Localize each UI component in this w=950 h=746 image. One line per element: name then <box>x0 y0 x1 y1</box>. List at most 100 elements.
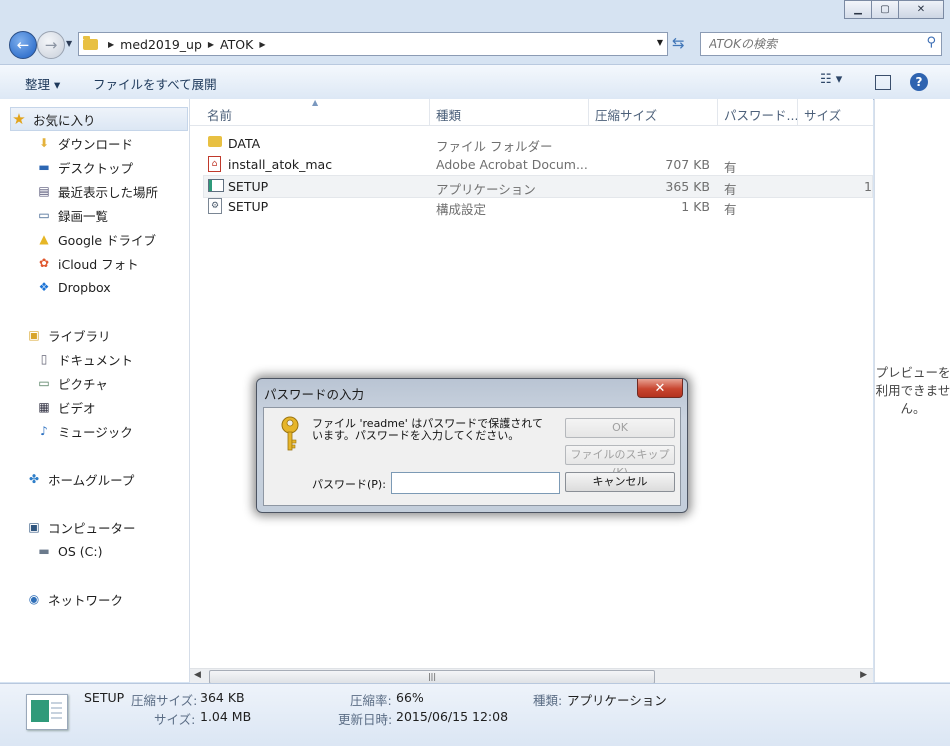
sidebar-item-favorites[interactable]: ★ お気に入り <box>10 107 188 131</box>
table-row[interactable]: ⚙ SETUP 構成設定 1 KB 有 <box>204 196 872 217</box>
pictures-icon: ▭ <box>38 376 50 390</box>
sidebar-item-desktop[interactable]: ▬ デスクトップ <box>36 156 133 178</box>
organize-menu[interactable]: 整理 ▾ <box>25 74 60 93</box>
back-arrow-icon: ← <box>16 36 30 54</box>
config-file-icon: ⚙ <box>208 198 222 214</box>
sidebar-item-label: ドキュメント <box>58 352 134 368</box>
scroll-right-icon[interactable]: ▶ <box>860 670 867 680</box>
command-bar: 整理 ▾ ファイルをすべて展開 ☷ ▾ ? <box>0 64 950 100</box>
sidebar-item-drive-c[interactable]: ▬ OS (C:) <box>36 540 102 562</box>
horizontal-scrollbar[interactable]: ◀ ||| ▶ <box>190 668 873 684</box>
table-row[interactable]: SETUP アプリケーション 365 KB 有 1 <box>203 175 873 198</box>
sidebar-item-downloads[interactable]: ⬇ ダウンロード <box>36 132 133 154</box>
table-row[interactable]: DATA ファイル フォルダー <box>204 133 872 154</box>
application-thumbnail <box>26 694 68 730</box>
password-dialog: パスワードの入力 ✕ ファイル 'readme' はパスワードで保護されています… <box>256 378 688 513</box>
column-header-size[interactable]: サイズ <box>804 105 841 124</box>
search-input[interactable] <box>707 36 911 52</box>
column-headers: ▲ 名前 種類 圧縮サイズ パスワード... サイズ <box>190 98 873 126</box>
help-icon[interactable]: ? <box>910 73 928 91</box>
view-options-icon[interactable]: ☷ ▾ <box>820 72 842 87</box>
breadcrumb-med2019-up[interactable]: med2019_up <box>120 37 202 52</box>
sidebar-item-network[interactable]: ◉ ネットワーク <box>26 588 123 610</box>
sidebar-item-videos[interactable]: ▦ ビデオ <box>36 396 95 418</box>
sidebar-item-computer[interactable]: ▣ コンピューター <box>26 516 136 538</box>
navigation-pane: ★ お気に入り ⬇ ダウンロード ▬ デスクトップ ▤ 最近表示した場所 ▭ 録… <box>0 99 190 682</box>
column-header-type[interactable]: 種類 <box>436 105 461 124</box>
details-ratio-value: 66% <box>396 690 424 705</box>
close-button[interactable]: ✕ <box>898 0 944 19</box>
sidebar-item-label: コンピューター <box>48 520 136 536</box>
ok-button[interactable]: OK <box>565 418 675 438</box>
file-size: 1 <box>864 179 872 194</box>
forward-button[interactable]: → <box>37 31 65 59</box>
search-box[interactable]: ⚲ <box>700 32 942 56</box>
scrollbar-thumb[interactable]: ||| <box>209 670 655 684</box>
sidebar-item-label: 録画一覧 <box>58 208 109 224</box>
breadcrumb-separator-icon[interactable]: ▶ <box>208 40 214 49</box>
column-divider[interactable] <box>797 99 798 125</box>
address-bar[interactable]: ▶ med2019_up ▶ ATOK ▶ ▼ <box>78 32 668 56</box>
details-size-label: サイズ: <box>154 712 196 727</box>
sidebar-item-google-drive[interactable]: ▲ Google ドライブ <box>36 228 156 250</box>
file-type: Adobe Acrobat Docum... <box>436 157 588 172</box>
close-icon: ✕ <box>654 380 666 396</box>
recordings-icon: ▭ <box>38 208 50 222</box>
breadcrumb-atok[interactable]: ATOK <box>220 37 253 52</box>
sidebar-item-label: ダウンロード <box>58 136 134 152</box>
file-name: SETUP <box>228 179 269 194</box>
search-icon[interactable]: ⚲ <box>926 35 936 50</box>
compressed-size: 365 KB <box>665 179 710 194</box>
column-header-password[interactable]: パスワード... <box>724 105 798 124</box>
column-header-compressed-size[interactable]: 圧縮サイズ <box>595 105 657 124</box>
details-file-name: SETUP <box>84 690 125 705</box>
maximize-button[interactable]: ▢ <box>871 0 899 19</box>
compressed-size: 707 KB <box>665 157 710 172</box>
preview-pane-icon[interactable] <box>875 75 891 90</box>
sidebar-item-pictures[interactable]: ▭ ピクチャ <box>36 372 108 394</box>
dialog-body: ファイル 'readme' はパスワードで保護されています。パスワードを入力して… <box>263 407 681 506</box>
minimize-button[interactable]: ▁ <box>844 0 872 19</box>
column-header-name[interactable]: 名前 <box>207 105 232 124</box>
breadcrumb-separator-icon[interactable]: ▶ <box>108 40 114 49</box>
application-icon <box>208 179 224 192</box>
address-dropdown-icon[interactable]: ▼ <box>657 38 663 47</box>
sidebar-item-documents[interactable]: ▯ ドキュメント <box>36 348 133 370</box>
breadcrumb-separator-icon[interactable]: ▶ <box>259 40 265 49</box>
sort-ascending-icon: ▲ <box>312 98 319 107</box>
column-divider[interactable] <box>588 99 589 125</box>
column-divider[interactable] <box>717 99 718 125</box>
forward-arrow-icon: → <box>44 36 58 54</box>
sidebar-item-music[interactable]: ♪ ミュージック <box>36 420 133 442</box>
table-row[interactable]: ⌂ install_atok_mac Adobe Acrobat Docum..… <box>204 154 872 175</box>
library-icon: ▣ <box>28 328 40 342</box>
dialog-close-button[interactable]: ✕ <box>637 379 683 398</box>
refresh-icon[interactable]: ⇆ <box>672 34 685 52</box>
sidebar-item-recordings[interactable]: ▭ 録画一覧 <box>36 204 108 226</box>
password-field[interactable] <box>391 472 560 494</box>
sidebar-item-icloud-photos[interactable]: ✿ iCloud フォト <box>36 252 139 274</box>
sidebar-item-label: OS (C:) <box>58 543 103 559</box>
back-button[interactable]: ← <box>9 31 37 59</box>
folder-icon <box>208 136 222 147</box>
skip-file-button[interactable]: ファイルのスキップ(K) <box>565 445 675 479</box>
folder-icon <box>83 35 98 50</box>
file-name: install_atok_mac <box>228 157 333 172</box>
file-type: 構成設定 <box>436 202 487 217</box>
details-modified-value: 2015/06/15 12:08 <box>396 709 509 724</box>
recent-pages-dropdown[interactable]: ▼ <box>66 39 72 48</box>
scroll-left-icon[interactable]: ◀ <box>194 670 201 680</box>
extract-all-button[interactable]: ファイルをすべて展開 <box>93 74 217 93</box>
file-type: ファイル フォルダー <box>436 139 553 154</box>
password-flag: 有 <box>724 202 737 217</box>
sidebar-item-recent-places[interactable]: ▤ 最近表示した場所 <box>36 180 158 202</box>
sidebar-item-label: ピクチャ <box>58 376 108 392</box>
sidebar-item-dropbox[interactable]: ❖ Dropbox <box>36 276 111 298</box>
navigation-bar: ← → ▼ ▶ med2019_up ▶ ATOK ▶ ▼ ⇆ ⚲ <box>0 28 950 62</box>
cancel-button[interactable]: キャンセル <box>565 472 675 492</box>
column-divider[interactable] <box>429 99 430 125</box>
sidebar-item-libraries[interactable]: ▣ ライブラリ <box>26 324 110 346</box>
dialog-title: パスワードの入力 <box>264 387 365 402</box>
music-icon: ♪ <box>40 424 48 438</box>
sidebar-item-homegroup[interactable]: ✤ ホームグループ <box>26 468 134 490</box>
